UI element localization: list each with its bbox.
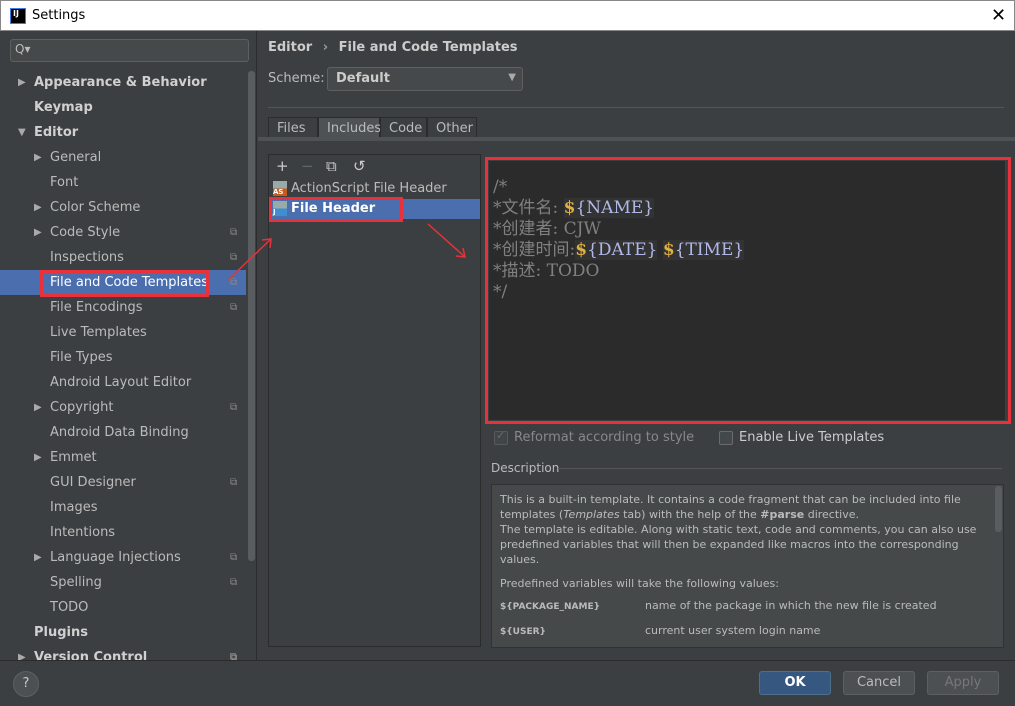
annotation-arrows (227, 223, 466, 281)
